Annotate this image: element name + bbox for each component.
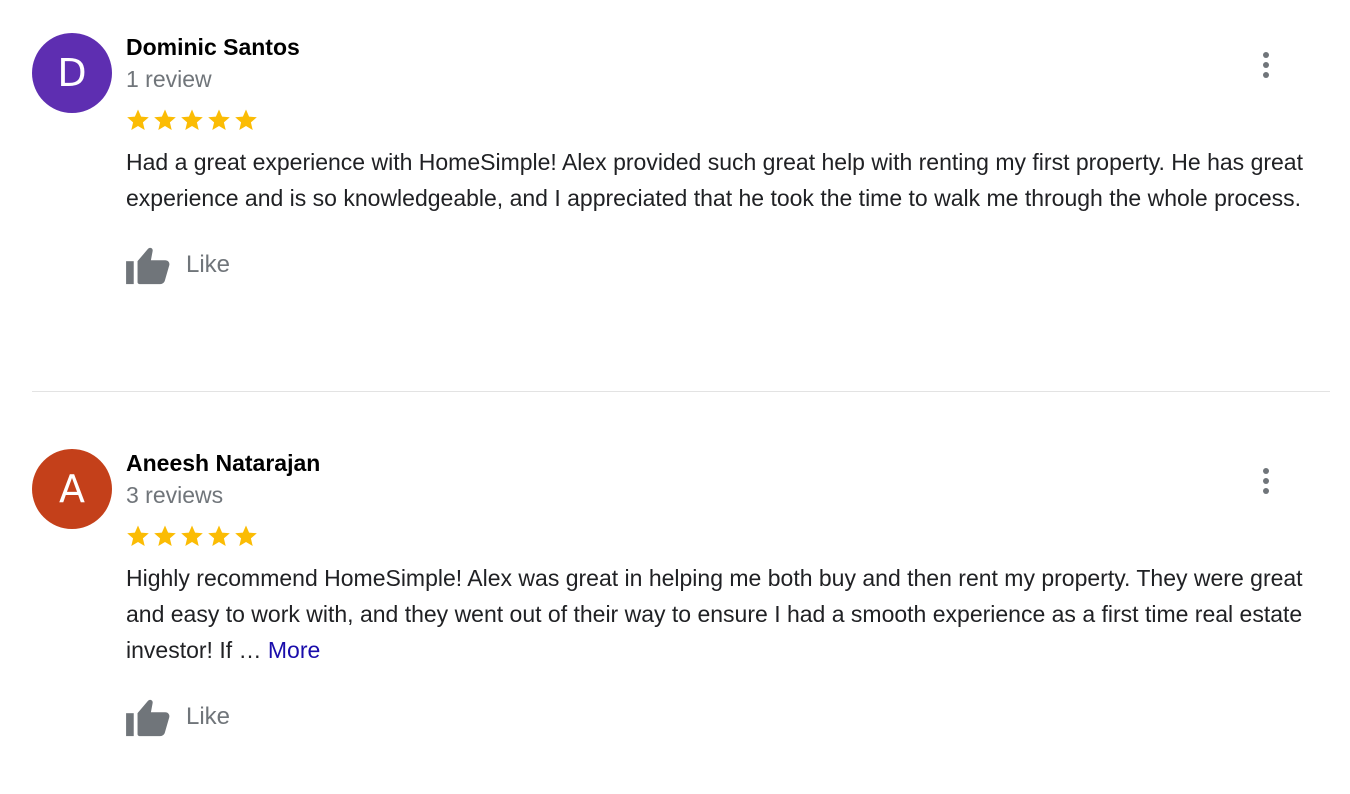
more-link[interactable]: More (268, 637, 320, 663)
reviewer-review-count[interactable]: 3 reviews (126, 480, 1350, 510)
avatar-letter: A (59, 467, 85, 511)
star-rating (126, 521, 1350, 551)
avatar[interactable]: A (32, 449, 112, 529)
reviewer-name[interactable]: Aneesh Natarajan (126, 449, 1350, 477)
star-icon (235, 525, 257, 546)
review-card: A Aneesh Natarajan 3 reviews Highly reco… (0, 0, 1350, 738)
star-icon (127, 525, 149, 546)
like-button[interactable]: Like (126, 696, 246, 738)
thumbs-up-icon (126, 699, 170, 737)
review-text: Highly recommend HomeSimple! Alex was gr… (126, 560, 1326, 668)
more-vert-icon (1263, 468, 1269, 494)
star-icon (181, 525, 203, 546)
star-icon (154, 525, 176, 546)
star-icon (208, 525, 230, 546)
like-label: Like (186, 703, 231, 730)
more-options-button[interactable] (1252, 461, 1280, 501)
